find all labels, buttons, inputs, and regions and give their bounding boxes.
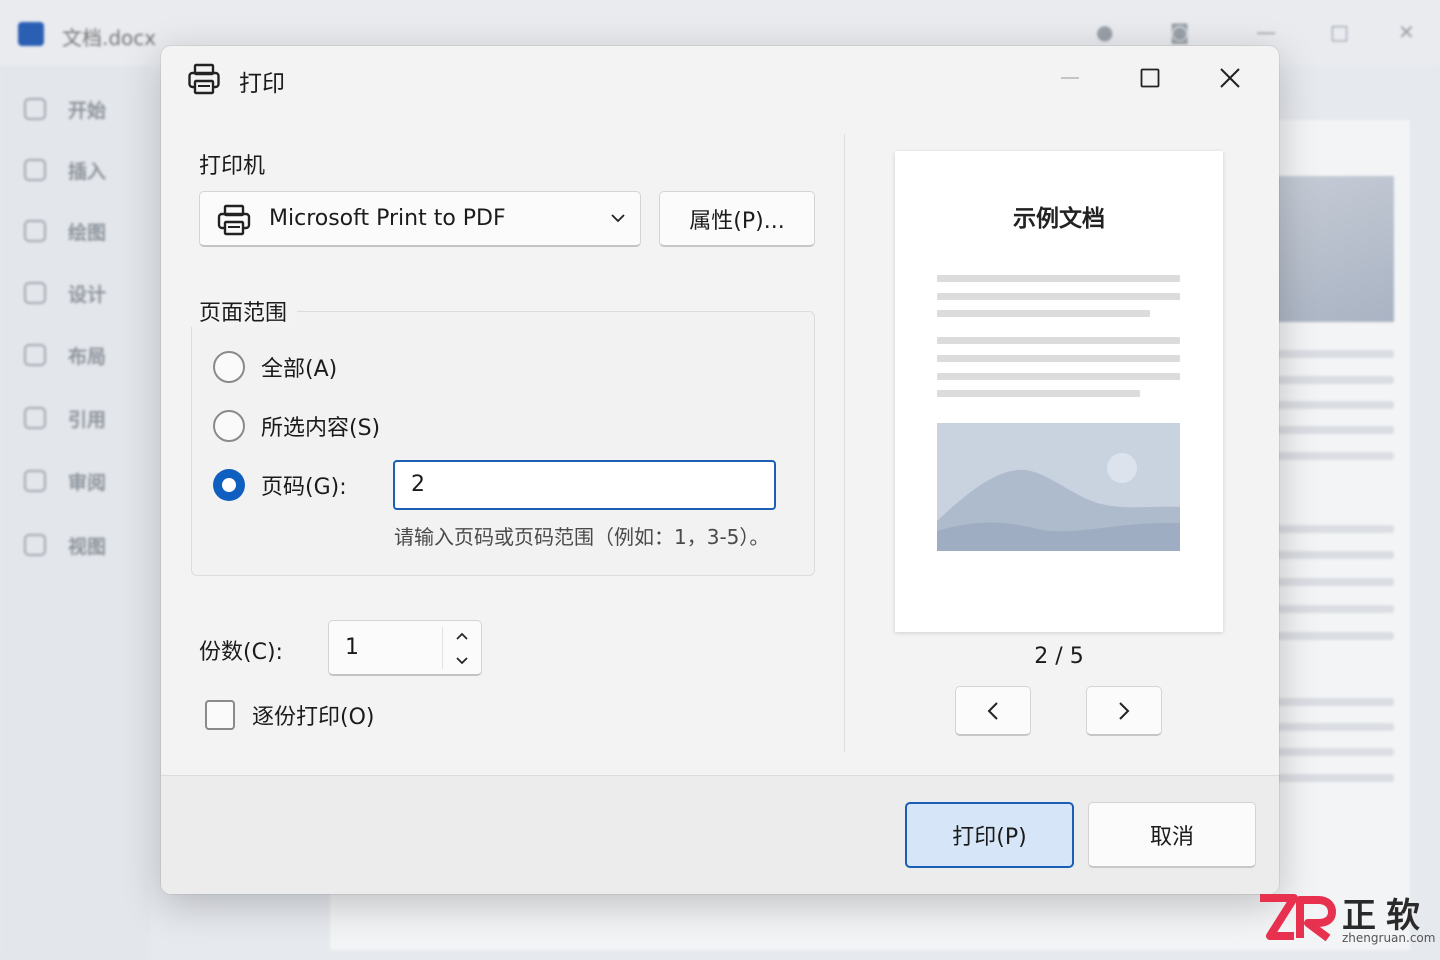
background-document-title: 文档.docx (62, 26, 157, 50)
print-dialog: 打印 打印机 Microsoft Print to PDF 属性(P)... 页… (161, 46, 1279, 894)
background-text-line (1270, 525, 1394, 533)
background-text-line (1270, 401, 1394, 409)
watermark-name: 正软 (1342, 896, 1430, 936)
review-icon (24, 470, 46, 492)
radio-selection-circle[interactable] (213, 410, 245, 442)
preview-page-indicator: 2 / 5 (1034, 644, 1084, 669)
preview-document-title: 示例文档 (1013, 206, 1105, 232)
preview-text-line (937, 390, 1140, 397)
printer-select[interactable]: Microsoft Print to PDF (199, 191, 641, 247)
view-icon (24, 534, 46, 556)
zr-logo-icon (1260, 894, 1336, 942)
background-text-line (1270, 605, 1394, 613)
background-text-line (1270, 376, 1394, 384)
preview-next-page-button[interactable] (1086, 686, 1162, 736)
background-close-icon: ✕ (1398, 20, 1415, 44)
radio-selection-label: 所选内容(S) (261, 416, 381, 441)
page-numbers-input[interactable]: 2 (393, 460, 776, 510)
dialog-title: 打印 (239, 71, 285, 97)
maximize-button[interactable] (1123, 56, 1177, 100)
background-account-icon: ● (1096, 20, 1114, 44)
radio-page-numbers-circle[interactable] (213, 469, 245, 501)
copies-increment-button[interactable] (443, 623, 481, 649)
radio-page-numbers[interactable]: 页码(G): (213, 468, 347, 502)
preview-previous-page-button[interactable] (955, 686, 1031, 736)
background-nav-draw: 绘图 (24, 216, 106, 246)
word-app-icon (18, 19, 48, 49)
radio-page-numbers-label: 页码(G): (261, 475, 347, 500)
printer-icon (217, 204, 251, 236)
chevron-down-icon (611, 214, 625, 223)
preview-text-line (937, 293, 1180, 300)
background-nav-layout: 布局 (24, 340, 106, 370)
background-nav-review: 审阅 (24, 466, 106, 496)
collate-label: 逐份打印(O) (252, 705, 375, 730)
copies-decrement-button[interactable] (443, 648, 481, 674)
minimize-button[interactable] (1043, 56, 1097, 100)
background-text-line (1270, 426, 1394, 434)
background-document-image (1270, 176, 1394, 322)
printer-label: 打印机 (199, 154, 266, 179)
printer-icon (188, 63, 220, 95)
background-text-line (1270, 452, 1394, 460)
background-text-line (1270, 578, 1394, 586)
background-sidebar: 开始 插入 绘图 设计 布局 引用 审阅 视图 (0, 66, 150, 960)
cancel-button[interactable]: 取消 (1088, 802, 1256, 868)
watermark-domain: zhengruan.com (1342, 931, 1436, 945)
minimize-icon (1061, 77, 1079, 79)
pen-icon (24, 220, 46, 242)
print-preview-page: 示例文档 (895, 151, 1223, 632)
preview-text-line (937, 355, 1180, 362)
background-text-line (1270, 632, 1394, 640)
preview-text-line (937, 275, 1180, 282)
preview-landscape-image (937, 423, 1180, 551)
background-nav-home: 开始 (24, 94, 106, 124)
background-text-line (1270, 723, 1394, 731)
references-icon (24, 407, 46, 429)
collate-checkbox[interactable] (205, 700, 235, 730)
preview-text-line (937, 310, 1150, 317)
background-minimize-icon: — (1256, 20, 1276, 44)
background-nav-view: 视图 (24, 530, 106, 560)
insert-icon (24, 159, 46, 181)
background-nav-insert: 插入 (24, 155, 106, 185)
chevron-right-icon (1119, 701, 1130, 720)
print-button[interactable]: 打印(P) (905, 802, 1074, 868)
preview-divider (844, 134, 845, 752)
chevron-down-icon (456, 657, 468, 665)
design-icon (24, 282, 46, 304)
radio-all-pages[interactable]: 全部(A) (213, 350, 337, 384)
background-nav-references: 引用 (24, 403, 106, 433)
copies-stepper[interactable]: 1 (328, 620, 482, 676)
copies-label: 份数(C): (199, 640, 283, 665)
page-range-hint: 请输入页码或页码范围（例如：1，3-5）。 (394, 525, 770, 549)
background-text-line (1270, 698, 1394, 706)
watermark: 正软 zhengruan.com (1256, 888, 1436, 954)
layout-icon (24, 344, 46, 366)
background-text-line (1270, 551, 1394, 559)
close-icon (1220, 68, 1240, 88)
printer-properties-button[interactable]: 属性(P)... (659, 191, 815, 247)
copies-value: 1 (345, 635, 359, 660)
background-nav-design: 设计 (24, 278, 106, 308)
background-text-line (1270, 748, 1394, 756)
page-range-legend: 页面范围 (191, 295, 298, 327)
radio-selection[interactable]: 所选内容(S) (213, 409, 380, 443)
maximize-icon (1140, 68, 1160, 88)
collate-option[interactable]: 逐份打印(O) (205, 698, 374, 732)
chevron-left-icon (987, 701, 998, 720)
background-text-line (1270, 350, 1394, 358)
background-text-line (1270, 774, 1394, 782)
radio-all-pages-label: 全部(A) (261, 357, 338, 382)
chevron-up-icon (456, 632, 468, 640)
radio-all-pages-circle[interactable] (213, 351, 245, 383)
background-maximize-icon: □ (1330, 20, 1349, 44)
radio-selected-dot (222, 478, 236, 492)
close-button[interactable] (1203, 56, 1257, 100)
preview-text-line (937, 373, 1180, 380)
printer-select-value: Microsoft Print to PDF (269, 206, 506, 231)
home-icon (24, 98, 46, 120)
preview-text-line (937, 337, 1180, 344)
background-comment-icon: ◙ (1170, 20, 1190, 44)
